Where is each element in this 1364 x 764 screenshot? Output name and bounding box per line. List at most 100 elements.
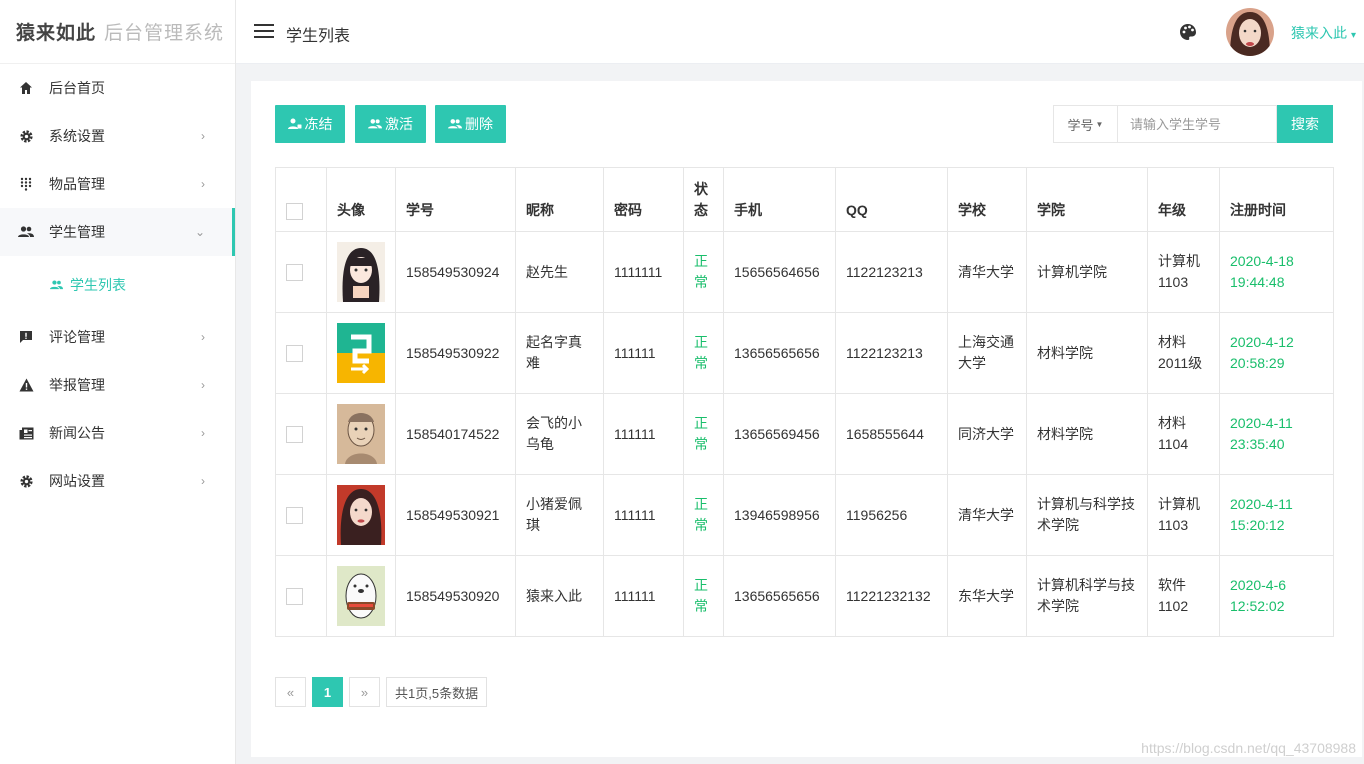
activate-button[interactable]: 激活 <box>355 105 426 143</box>
student-school: 同济大学 <box>947 393 1027 475</box>
page-1-button[interactable]: 1 <box>312 677 343 707</box>
page-info: 共1页,5条数据 <box>386 677 488 707</box>
sidebar-item-label: 评论管理 <box>49 329 105 345</box>
row-checkbox[interactable] <box>286 507 303 525</box>
user-lock-icon <box>287 118 301 129</box>
sidebar-item-goods[interactable]: 物品管理 › <box>0 160 235 208</box>
column-header: QQ <box>835 167 948 232</box>
row-checkbox[interactable] <box>286 588 303 606</box>
student-password: 111111 <box>603 312 684 394</box>
student-qq: 11956256 <box>835 474 948 556</box>
row-checkbox[interactable] <box>286 345 303 363</box>
search-field-select[interactable]: 学号 ▼ <box>1053 105 1117 143</box>
sidebar: 猿来如此 后台管理系统 后台首页 系统设置 › 物品管理 › 学生管理 ⌄ 学生… <box>0 0 236 764</box>
sidebar-item-label: 系统设置 <box>49 128 105 144</box>
table-row: 158549530921 小猪爱佩琪 111111 正常 13946598956… <box>275 474 1334 556</box>
select-all-checkbox[interactable] <box>286 202 303 220</box>
chevron-right-icon: › <box>201 177 205 191</box>
select-all-cell <box>275 167 327 232</box>
users-icon <box>448 119 462 129</box>
brand-name: 猿来如此 <box>16 22 97 44</box>
sidebar-item-news[interactable]: 新闻公告 › <box>0 409 235 457</box>
status-badge: 正常 <box>683 231 724 313</box>
users-icon <box>368 119 382 129</box>
chevron-right-icon: › <box>201 330 205 344</box>
next-page-button[interactable]: » <box>349 677 380 707</box>
student-nickname: 猿来入此 <box>515 555 604 637</box>
status-badge: 正常 <box>683 393 724 475</box>
sidebar-item-home[interactable]: 后台首页 <box>0 64 235 112</box>
palette-icon[interactable] <box>1178 22 1198 42</box>
student-school: 上海交通大学 <box>947 312 1027 394</box>
student-avatar <box>337 404 385 464</box>
register-time: 2020-4-12 20:58:29 <box>1219 312 1334 394</box>
sidebar-item-comments[interactable]: 评论管理 › <box>0 313 235 361</box>
student-id: 158549530924 <box>395 231 516 313</box>
top-header: 学生列表 猿来入此 ▾ <box>236 0 1364 64</box>
sidebar-item-label: 物品管理 <box>49 176 105 192</box>
student-phone: 15656564656 <box>723 231 836 313</box>
caret-down-icon: ▾ <box>1350 30 1356 41</box>
people-icon <box>50 279 64 290</box>
sidebar-item-label: 网站设置 <box>49 473 105 489</box>
student-college: 计算机科学与技术学院 <box>1026 555 1148 637</box>
student-college: 材料学院 <box>1026 393 1148 475</box>
avatar-cell <box>326 555 396 637</box>
comment-icon <box>18 329 34 345</box>
warning-icon <box>18 377 34 393</box>
sidebar-item-reports[interactable]: 举报管理 › <box>0 361 235 409</box>
search-input[interactable] <box>1117 105 1277 143</box>
sidebar-item-site-settings[interactable]: 网站设置 › <box>0 457 235 505</box>
table-row: 158549530920 猿来入此 111111 正常 13656565656 … <box>275 555 1334 637</box>
chevron-right-icon: › <box>201 378 205 392</box>
column-header: 注册时间 <box>1219 167 1334 232</box>
user-avatar[interactable] <box>1226 8 1274 56</box>
student-avatar <box>337 566 385 626</box>
row-checkbox-cell <box>275 393 327 475</box>
student-school: 东华大学 <box>947 555 1027 637</box>
chevron-right-icon: › <box>201 474 205 488</box>
row-checkbox[interactable] <box>286 264 303 282</box>
chevron-right-icon: › <box>201 129 205 143</box>
student-id: 158549530922 <box>395 312 516 394</box>
prev-page-button[interactable]: « <box>275 677 306 707</box>
sidebar-item-students[interactable]: 学生管理 ⌄ <box>0 208 235 256</box>
menu-toggle-icon[interactable] <box>254 24 274 38</box>
user-name-label: 猿来入此 <box>1290 25 1347 41</box>
student-qq: 1122123213 <box>835 312 948 394</box>
student-password: 1111111 <box>603 231 684 313</box>
sidebar-item-label: 后台首页 <box>49 80 105 96</box>
register-time: 2020-4-11 15:20:12 <box>1219 474 1334 556</box>
search-button[interactable]: 搜索 <box>1277 105 1333 143</box>
freeze-button[interactable]: 冻结 <box>275 105 345 143</box>
avatar-cell <box>326 474 396 556</box>
student-nickname: 赵先生 <box>515 231 604 313</box>
student-avatar <box>337 485 385 545</box>
row-checkbox[interactable] <box>286 426 303 444</box>
search-field-value: 学号 <box>1067 117 1094 133</box>
student-nickname: 起名字真难 <box>515 312 604 394</box>
user-menu[interactable]: 猿来入此 ▾ <box>1291 23 1356 43</box>
caret-down-icon: ▼ <box>1095 119 1104 129</box>
row-checkbox-cell <box>275 312 327 394</box>
sidebar-item-system-settings[interactable]: 系统设置 › <box>0 112 235 160</box>
avatar-cell <box>326 312 396 394</box>
student-password: 111111 <box>603 555 684 637</box>
chevron-down-icon: ⌄ <box>194 225 205 239</box>
delete-button[interactable]: 删除 <box>435 105 506 143</box>
column-header: 学号 <box>395 167 516 232</box>
student-phone: 13656569456 <box>723 393 836 475</box>
column-header: 年级 <box>1147 167 1220 232</box>
student-grade: 材料2011级 <box>1147 312 1220 394</box>
brand-logo: 猿来如此 后台管理系统 <box>0 0 235 64</box>
register-time: 2020-4-18 19:44:48 <box>1219 231 1334 313</box>
pagination: « 1 » 共1页,5条数据 <box>275 677 488 707</box>
sidebar-item-label: 举报管理 <box>49 377 105 393</box>
student-school: 清华大学 <box>947 474 1027 556</box>
register-time: 2020-4-11 23:35:40 <box>1219 393 1334 475</box>
sidebar-subitem-student-list[interactable]: 学生列表 <box>0 256 235 313</box>
table-header-row: 头像 学号 昵称 密码 状态 手机 QQ 学校 学院 年级 注册时间 <box>275 167 1334 232</box>
column-header: 学院 <box>1026 167 1148 232</box>
column-header: 昵称 <box>515 167 604 232</box>
register-time: 2020-4-6 12:52:02 <box>1219 555 1334 637</box>
